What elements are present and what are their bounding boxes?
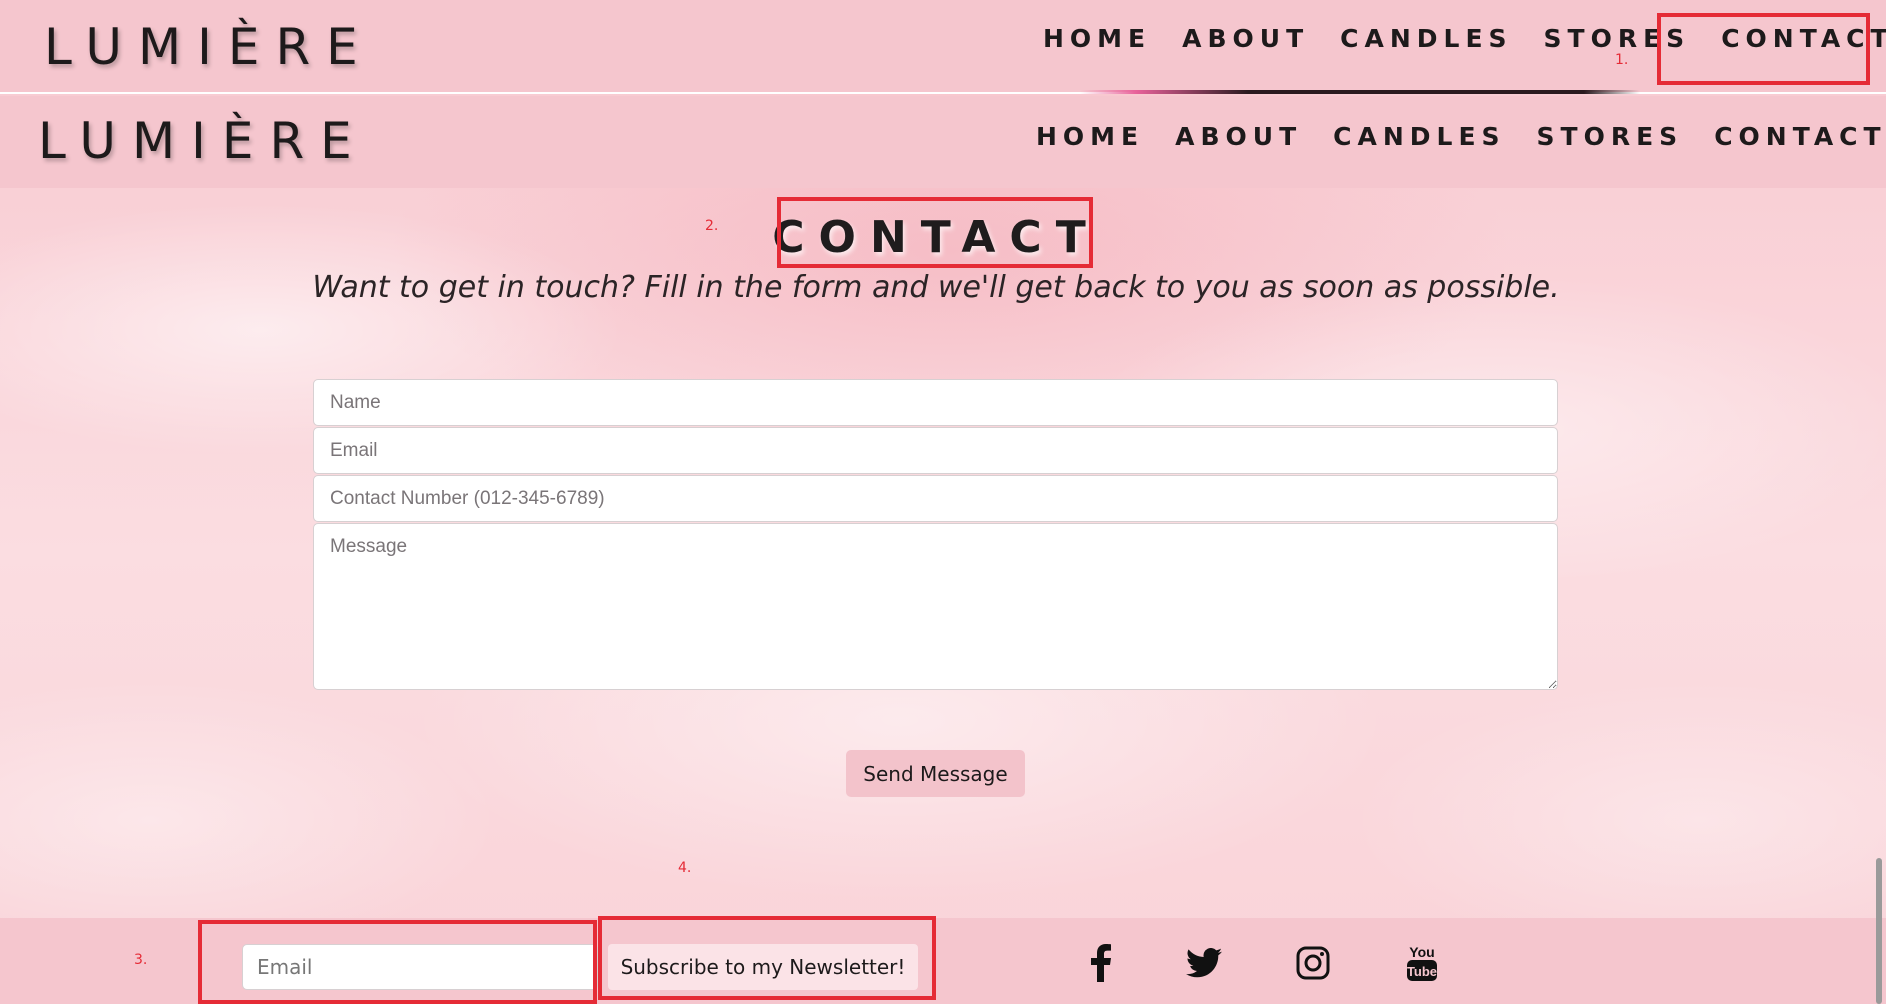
nav-links-secondary: HOME ABOUT CANDLES STORES CONTACT <box>1036 122 1886 151</box>
youtube-icon[interactable]: You Tube <box>1400 940 1444 986</box>
svg-text:You: You <box>1409 944 1434 960</box>
sticky-navbar: LUMIÈRE HOME ABOUT CANDLES STORES CONTAC… <box>0 96 1886 188</box>
annotation-box-1 <box>1657 13 1870 85</box>
annotation-label-2: 2. <box>705 218 719 234</box>
email-input[interactable] <box>313 427 1558 474</box>
twitter-icon[interactable] <box>1182 940 1226 986</box>
scrollbar-thumb[interactable] <box>1876 858 1882 1004</box>
nav-candles-secondary[interactable]: CANDLES <box>1333 122 1505 151</box>
contact-subtitle: Want to get in touch? Fill in the form a… <box>312 270 1560 305</box>
phone-input[interactable] <box>313 475 1558 522</box>
svg-text:Tube: Tube <box>1407 964 1437 979</box>
message-textarea[interactable] <box>313 523 1558 690</box>
top-navbar: LUMIÈRE HOME ABOUT CANDLES STORES CONTAC… <box>0 0 1886 94</box>
brand-logo-secondary[interactable]: LUMIÈRE <box>38 112 368 170</box>
send-message-button[interactable]: Send Message <box>846 750 1025 797</box>
annotation-box-3 <box>198 920 597 1004</box>
facebook-icon[interactable] <box>1079 940 1123 986</box>
nav-stores-secondary[interactable]: STORES <box>1537 122 1684 151</box>
nav-home-secondary[interactable]: HOME <box>1036 122 1144 151</box>
contact-form <box>313 379 1558 691</box>
nav-contact-secondary[interactable]: CONTACT <box>1714 122 1886 151</box>
annotation-label-4: 4. <box>678 860 692 876</box>
nav-about[interactable]: ABOUT <box>1182 24 1309 53</box>
annotation-box-2 <box>777 197 1093 268</box>
nav-candles[interactable]: CANDLES <box>1340 24 1512 53</box>
nav-about-secondary[interactable]: ABOUT <box>1175 122 1302 151</box>
nav-accent-line <box>1080 90 1640 94</box>
name-input[interactable] <box>313 379 1558 426</box>
annotation-box-4 <box>598 916 936 1000</box>
instagram-icon[interactable] <box>1291 940 1335 986</box>
annotation-label-3: 3. <box>134 952 148 968</box>
brand-logo[interactable]: LUMIÈRE <box>44 18 374 76</box>
annotation-label-1: 1. <box>1615 52 1629 68</box>
nav-home[interactable]: HOME <box>1043 24 1151 53</box>
